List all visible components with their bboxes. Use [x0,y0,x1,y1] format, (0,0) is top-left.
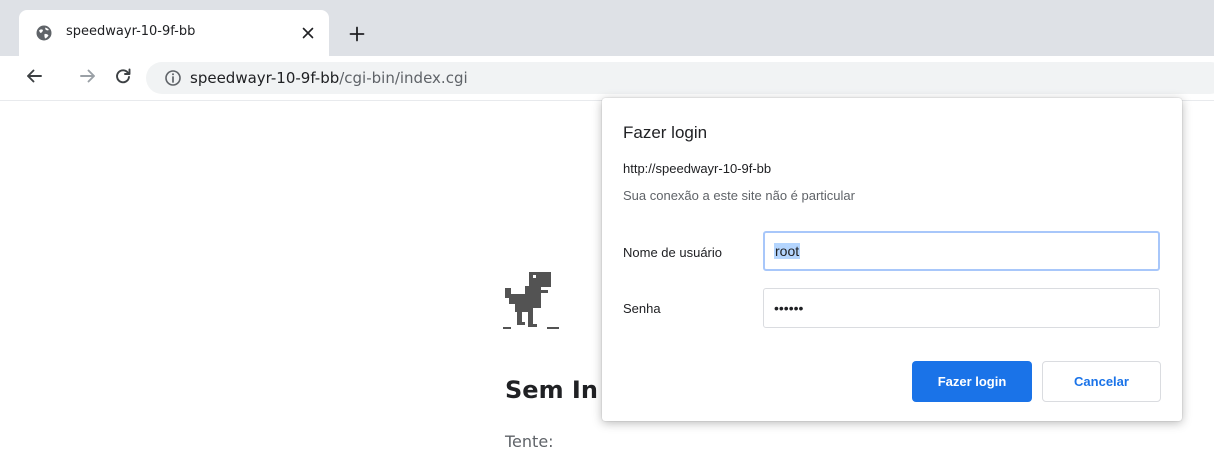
plus-icon [349,26,365,46]
url-host: speedwayr-10-9f-bb [190,69,340,87]
suggestions-label: Tente: [505,432,554,451]
login-button[interactable]: Fazer login [912,361,1032,402]
toolbar: speedwayr-10-9f-bb/cgi-bin/index.cgi [0,56,1214,101]
info-icon[interactable] [164,69,182,87]
new-tab-button[interactable] [343,22,371,50]
tab-active[interactable]: speedwayr-10-9f-bb [19,10,329,56]
cancel-button[interactable]: Cancelar [1042,361,1161,402]
tab-title: speedwayr-10-9f-bb [66,24,196,39]
password-field[interactable]: •••••• [763,288,1160,328]
username-field[interactable]: root [763,231,1160,271]
username-label: Nome de usuário [623,245,722,260]
address-bar[interactable]: speedwayr-10-9f-bb/cgi-bin/index.cgi [146,62,1214,94]
browser-chrome: speedwayr-10-9f-bb speedwayr-10-9f-bb/cg… [0,0,1214,101]
dialog-warning: Sua conexão a este site não é particular [623,188,855,203]
page-heading: Sem In [505,376,598,404]
url-text: speedwayr-10-9f-bb/cgi-bin/index.cgi [190,69,468,87]
username-value: root [774,243,801,259]
arrow-right-icon [79,67,97,89]
dialog-origin: http://speedwayr-10-9f-bb [623,161,772,176]
forward-button[interactable] [76,66,100,90]
globe-icon [35,24,53,42]
password-value: •••••• [774,300,804,316]
url-path: /cgi-bin/index.cgi [339,69,468,87]
reload-button[interactable] [111,66,135,90]
tab-strip: speedwayr-10-9f-bb [0,0,1214,56]
offline-dino-icon [503,272,561,334]
arrow-left-icon [25,67,43,89]
reload-icon [114,67,132,89]
back-button[interactable] [22,66,46,90]
login-dialog: Fazer login http://speedwayr-10-9f-bb Su… [602,98,1182,421]
close-icon[interactable] [297,22,319,44]
dialog-title: Fazer login [623,123,708,142]
password-label: Senha [623,301,661,316]
